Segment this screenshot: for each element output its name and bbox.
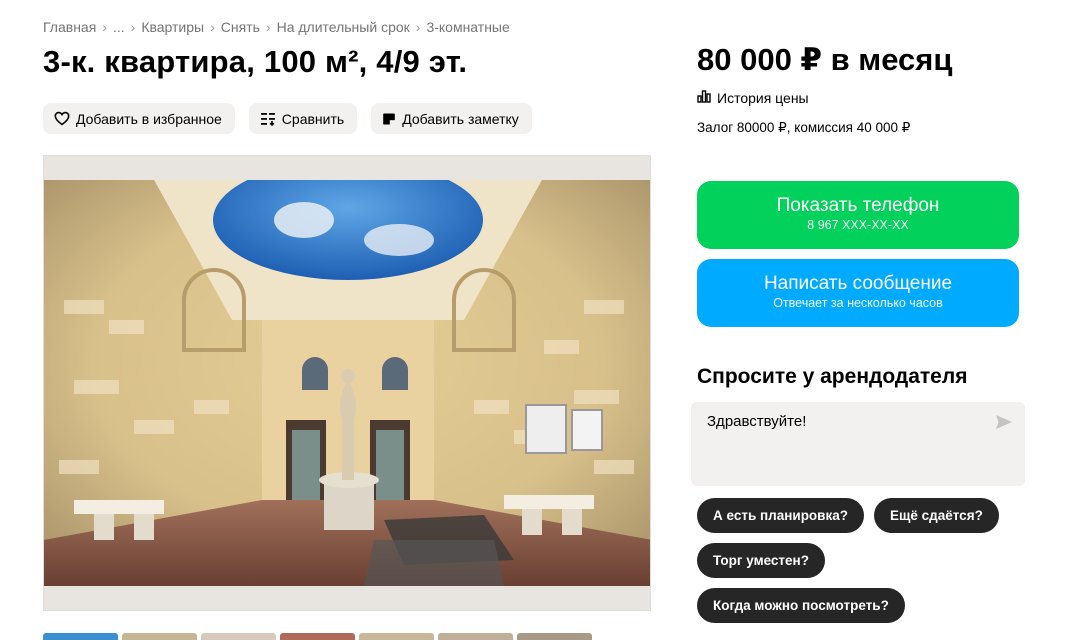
add-note-label: Добавить заметку [402, 110, 519, 127]
send-message-label: Написать сообщение [763, 273, 953, 294]
listing-title: 3-к. квартира, 100 м², 4/9 эт. [43, 44, 468, 79]
send-message-button[interactable]: Написать сообщение Отвечает за несколько… [697, 259, 1019, 327]
breadcrumb-home[interactable]: Главная [43, 19, 96, 35]
breadcrumb-separator: › [102, 19, 107, 35]
listing-price: 80 000 ₽ в месяц [697, 42, 953, 77]
breadcrumb-long-term[interactable]: На длительный срок [277, 19, 410, 35]
thumbnail-strip [43, 633, 592, 640]
compare-button[interactable]: Сравнить [248, 103, 358, 134]
phone-number-masked: 8 967 XXX-XX-XX [807, 218, 909, 232]
add-favorite-button[interactable]: Добавить в избранное [43, 103, 235, 134]
quick-question-chip[interactable]: Торг уместен? [697, 543, 825, 578]
quick-question-chip[interactable]: Когда можно посмотреть? [697, 588, 905, 623]
breadcrumb-separator: › [210, 19, 215, 35]
note-icon [382, 112, 396, 126]
breadcrumb-apartments[interactable]: Квартиры [141, 19, 204, 35]
thumbnail[interactable] [359, 633, 434, 640]
price-history-label: История цены [717, 89, 809, 106]
show-phone-label: Показать телефон [776, 195, 940, 216]
show-phone-button[interactable]: Показать телефон 8 967 XXX-XX-XX [697, 181, 1019, 249]
price-history-link[interactable]: История цены [697, 89, 809, 106]
chart-icon [697, 89, 711, 106]
thumbnail[interactable] [201, 633, 276, 640]
deposit-info: Залог 80000 ₽, комиссия 40 000 ₽ [697, 120, 911, 135]
breadcrumb-3-rooms[interactable]: 3-комнатные [426, 19, 509, 35]
breadcrumb-separator: › [415, 19, 421, 35]
thumbnail[interactable] [517, 633, 592, 640]
quick-question-chip[interactable]: А есть планировка? [697, 498, 864, 533]
send-icon[interactable] [995, 414, 1013, 435]
add-note-button[interactable]: Добавить заметку [371, 103, 532, 134]
heart-icon [54, 111, 70, 126]
thumbnail[interactable] [438, 633, 513, 640]
message-input[interactable]: Здравствуйте! [691, 402, 1025, 486]
quick-questions: А есть планировка? Ещё сдаётся? Торг уме… [697, 498, 1027, 623]
breadcrumb-ellipsis[interactable]: ... [113, 19, 125, 35]
breadcrumb-separator: › [265, 19, 271, 35]
listing-actions: Добавить в избранное Сравнить Добавить з… [43, 103, 532, 134]
quick-question-chip[interactable]: Ещё сдаётся? [874, 498, 999, 533]
thumbnail[interactable] [122, 633, 197, 640]
message-text: Здравствуйте! [707, 413, 807, 430]
breadcrumb: Главная › ... › Квартиры › Снять › На дл… [43, 19, 510, 35]
breadcrumb-separator: › [130, 19, 136, 35]
listing-photo [44, 180, 650, 586]
thumbnail[interactable] [43, 633, 118, 640]
compare-label: Сравнить [281, 110, 345, 127]
add-favorite-label: Добавить в избранное [76, 110, 222, 127]
response-time: Отвечает за несколько часов [773, 296, 943, 310]
photo-gallery[interactable] [43, 155, 651, 611]
compare-icon [260, 112, 276, 126]
ask-seller-title: Спросите у арендодателя [697, 365, 968, 388]
thumbnail[interactable] [280, 633, 355, 640]
breadcrumb-rent[interactable]: Снять [221, 19, 260, 35]
